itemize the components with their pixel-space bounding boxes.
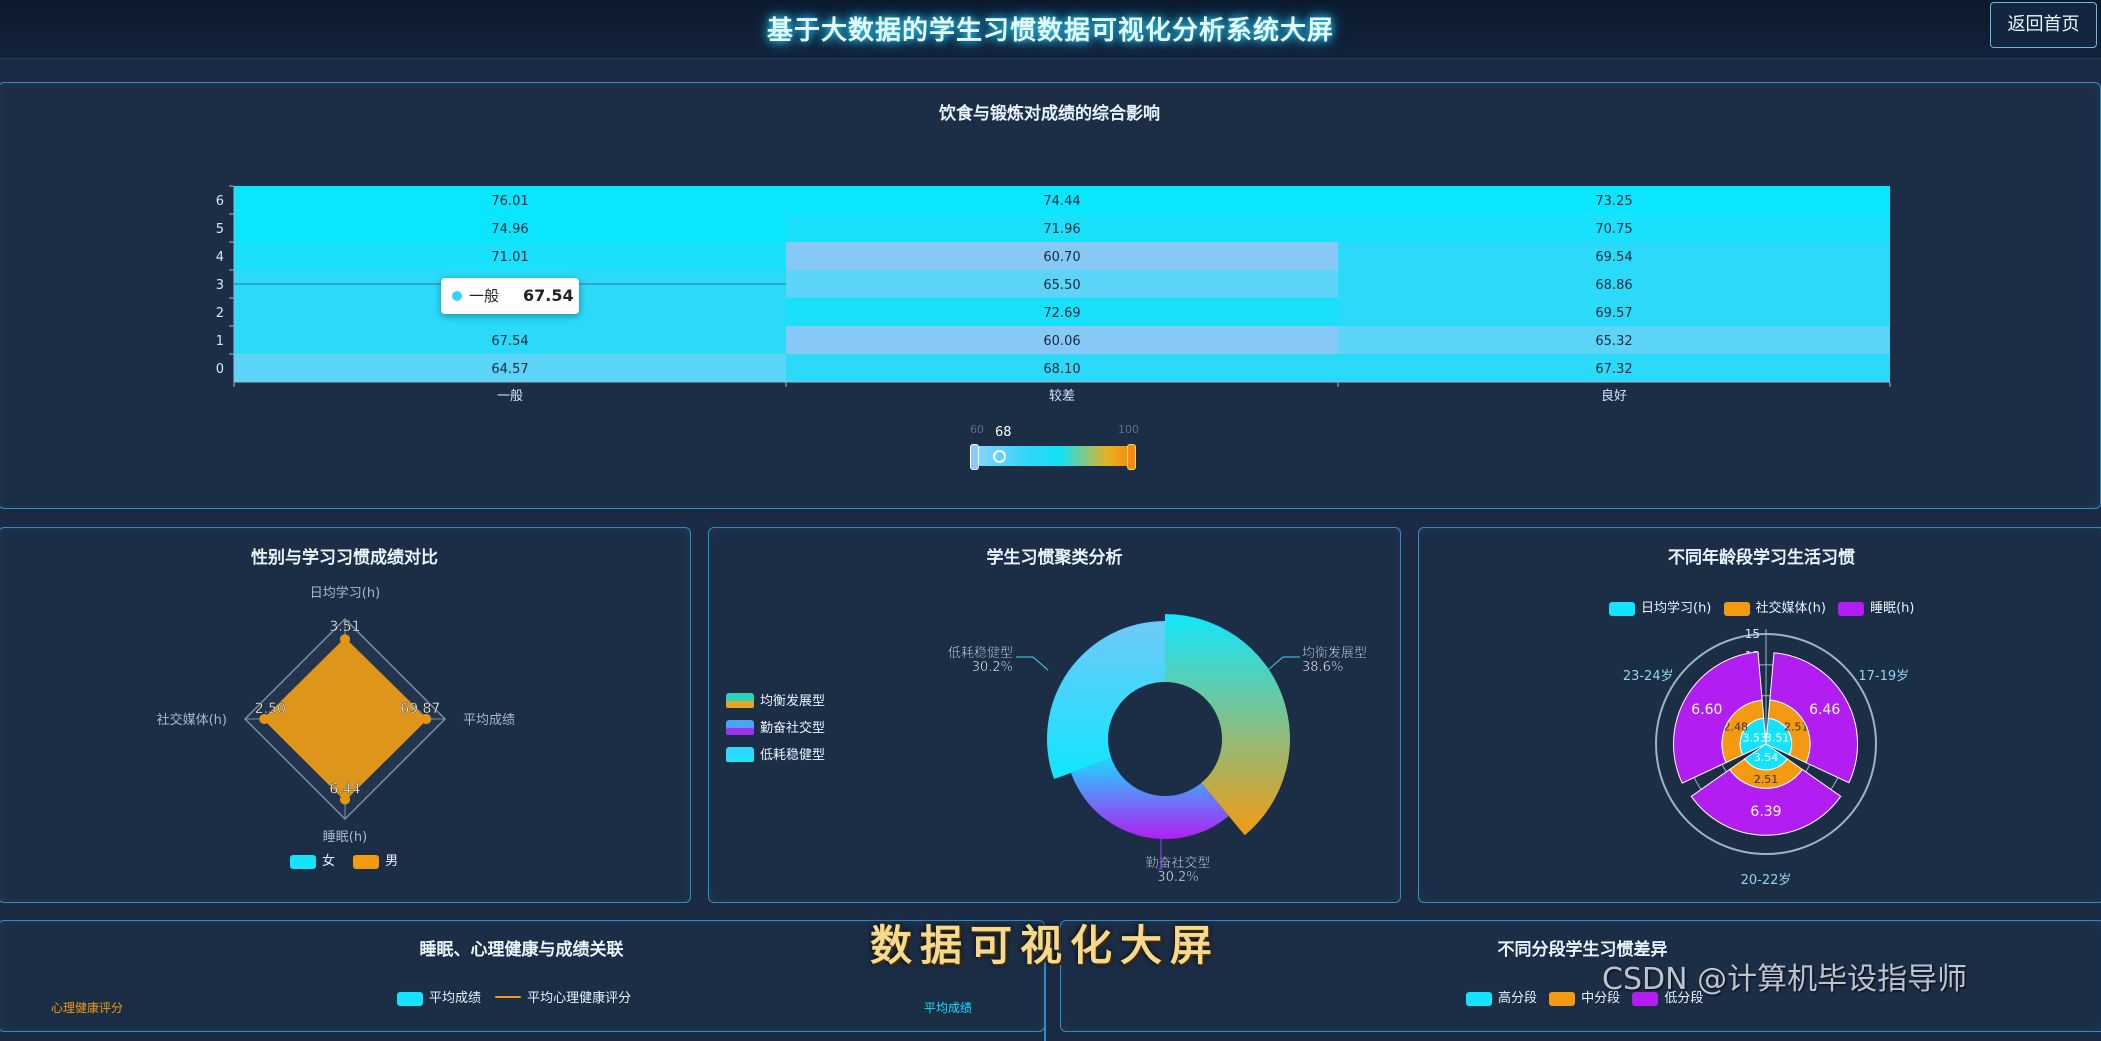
watermark-text: 数据可视化大屏 [870,921,1221,970]
donut-label-line [1267,656,1300,671]
polar-radius-tick: 15 [1745,627,1760,641]
radar-value-label: 69.87 [400,701,440,717]
donut-chart: 均衡发展型38.6%勤奋社交型30.2%低耗稳健型30.2%均衡发展型勤奋社交型… [726,614,1367,885]
heatmap-y-tick: 4 [216,250,224,265]
polar-chart: 12153.512.516.4617-19岁3.542.516.3920-22岁… [1623,627,1909,888]
right-axis-label: 平均成绩 [924,1001,973,1015]
heatmap-cell-label: 60.70 [1043,250,1080,265]
polar-bar-label: 6.60 [1691,702,1722,718]
legend-avg-mental[interactable]: 平均心理健康评分 [495,991,631,1006]
donut-legend-label: 低耗稳健型 [760,747,825,763]
heatmap-cell-label: 65.32 [1595,334,1632,349]
radar-value-label: 3.51 [329,619,360,635]
female-swatch [290,854,316,869]
heatmap-cell-label: 68.86 [1595,278,1632,293]
heatmap-cell-label: 69.54 [1595,250,1632,265]
heatmap-tooltip: 一般 67.54 [441,278,579,314]
legend-high[interactable]: 高分段 [1466,991,1537,1006]
heatmap-cell-label: 74.96 [491,222,528,237]
visual-map-current: 68 [995,425,1012,440]
legend-avg-score[interactable]: 平均成绩 [397,991,481,1006]
heatmap-cell-label: 71.96 [1043,222,1080,237]
heatmap-x-tick: 较差 [1049,389,1075,404]
heatmap-cell-label: 60.06 [1043,334,1080,349]
heatmap-y-tick: 2 [216,306,224,321]
csdn-watermark: CSDN @计算机毕设指导师 [1602,962,1968,997]
donut-slice-label: 均衡发展型 [1302,645,1367,661]
donut-label-line [1016,656,1049,671]
male-swatch [353,854,380,869]
heatmap-y-tick: 1 [216,334,224,349]
visual-map-min: 60 [970,423,984,436]
avg-mental-swatch [495,996,522,998]
heatmap-cell-label: 68.10 [1043,362,1080,377]
donut-legend-swatch-shade [726,728,754,735]
high-swatch [1466,991,1492,1006]
bottom-left-legend: 平均成绩 平均心理健康评分 [397,987,697,1006]
polar-bar-label: 3.54 [1754,751,1779,764]
donut-slice [1070,758,1229,839]
donut-legend-label: 均衡发展型 [760,693,825,709]
heatmap-y-tick: 3 [216,278,224,293]
heatmap-cell-label: 73.25 [1595,194,1632,209]
heatmap-y-tick: 6 [216,194,224,209]
tooltip-dot-icon [452,291,462,301]
radar-series-area [262,637,428,801]
donut-slice-pct: 30.2% [972,660,1013,675]
heatmap-y-tick: 0 [216,362,224,377]
donut-slice [1047,621,1165,780]
radar-indicator-label: 平均成绩 [463,713,515,728]
visual-map-right-handle[interactable] [1127,444,1136,470]
mid-swatch [1549,991,1576,1006]
donut-legend-swatch-shade [726,755,754,762]
donut-legend-label: 勤奋社交型 [760,720,825,736]
polar-bar-label: 6.39 [1750,804,1781,820]
radar-point [340,634,350,645]
radar-indicator-label: 日均学习(h) [310,585,380,601]
visual-map-left-handle[interactable] [970,444,979,470]
heatmap-cell-label: 67.32 [1595,362,1632,377]
radar-value-label: 6.44 [329,782,360,798]
tooltip-value: 67.54 [523,286,574,305]
heatmap-cell-label: 64.57 [491,362,528,377]
radar-legend: 女 男 [290,850,398,869]
heatmap-x-tick: 一般 [497,388,523,404]
visual-map-max: 100 [1118,423,1139,436]
visual-map[interactable]: 60 100 68 [970,423,1139,473]
heatmap-cell-label: 76.01 [491,194,528,209]
radar-indicator-label: 睡眠(h) [323,830,367,845]
donut-slice-label: 勤奋社交型 [1145,855,1210,871]
avg-score-swatch [397,991,423,1006]
heatmap-y-tick: 5 [216,222,224,237]
polar-category-label: 20-22岁 [1741,873,1792,888]
heatmap-x-tick: 良好 [1601,388,1627,404]
radar-indicator-label: 社交媒体(h) [157,712,227,728]
left-axis-label: 心理健康评分 [51,1001,124,1015]
heatmap-cell-label: 72.69 [1043,306,1080,321]
axis-line [1044,961,1046,1041]
donut-legend-swatch-shade [726,701,754,708]
donut-slice-pct: 30.2% [1157,870,1198,885]
polar-bar-label: 6.46 [1809,702,1840,718]
radar-legend-male[interactable]: 男 [353,854,398,869]
radar-value-label: 2.50 [255,701,286,717]
heatmap-cell-label: 69.57 [1595,306,1632,321]
heatmap-cell-label: 74.44 [1043,194,1080,209]
tooltip-label: 一般 [469,287,500,305]
polar-bar-label: 2.51 [1754,773,1779,786]
heatmap-cell-label: 67.54 [491,334,528,349]
polar-category-label: 23-24岁 [1623,669,1674,684]
visual-map-indicator-icon [993,450,1006,463]
heatmap-cell-label: 65.50 [1043,278,1080,293]
radar-legend-female[interactable]: 女 [290,854,335,869]
heatmap-cell-label: 71.01 [491,250,528,265]
donut-slice-label: 低耗稳健型 [948,645,1013,661]
polar-category-label: 17-19岁 [1858,669,1909,684]
heatmap-cell-label: 70.75 [1595,222,1632,237]
donut-slice-pct: 38.6% [1302,660,1343,675]
